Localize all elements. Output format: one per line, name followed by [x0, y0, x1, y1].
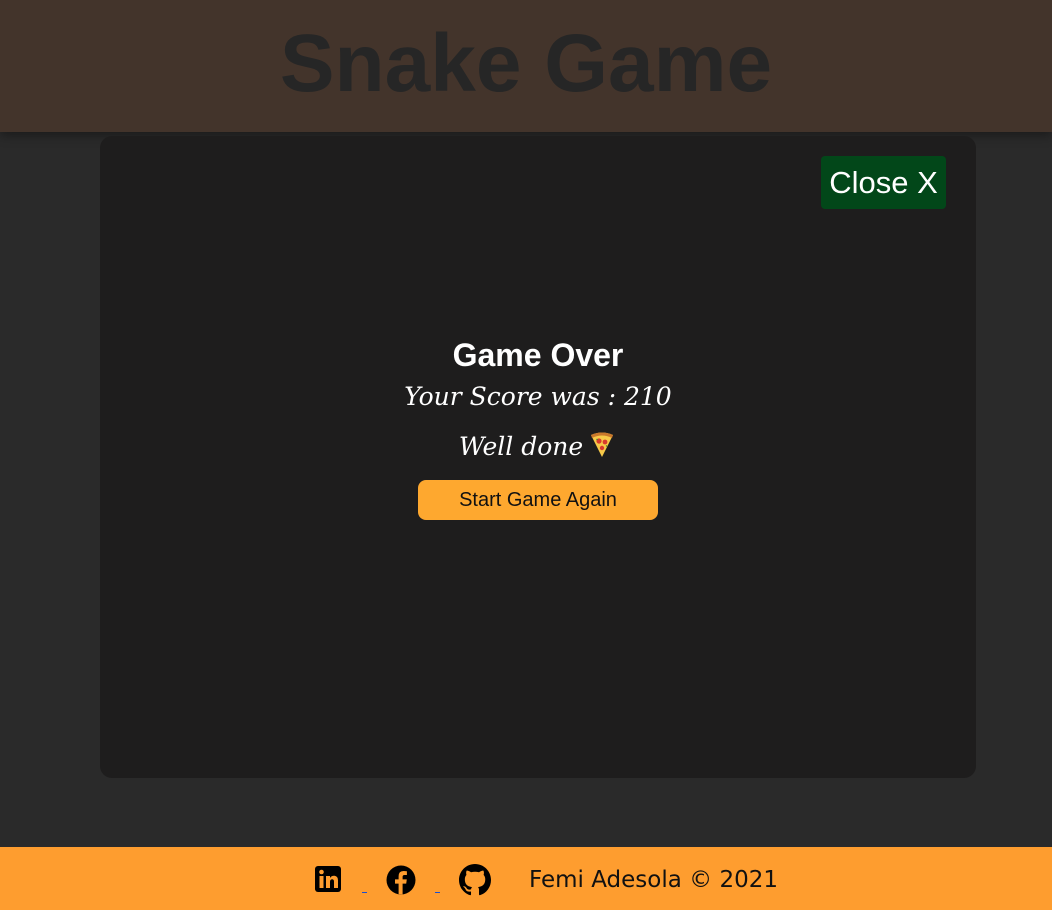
linkedin-link[interactable] — [313, 864, 345, 896]
copyright-text: Femi Adesola © 2021 — [529, 867, 779, 893]
page-title: Snake Game — [279, 18, 773, 109]
link-separator — [362, 892, 367, 893]
pizza-icon — [587, 429, 617, 459]
link-separator — [435, 892, 440, 893]
site-footer: Femi Adesola © 2021 — [0, 847, 1052, 910]
github-link[interactable] — [459, 864, 491, 896]
score-value: 210 — [623, 382, 672, 411]
github-icon — [459, 864, 491, 900]
close-button[interactable]: Close X — [821, 156, 946, 209]
start-game-again-button[interactable]: Start Game Again — [418, 480, 658, 520]
game-over-modal: Close X Game Over Your Score was : 210 W… — [100, 136, 976, 778]
message-line: Well done — [100, 429, 976, 464]
facebook-icon — [385, 865, 417, 900]
score-line: Your Score was : 210 — [100, 380, 976, 414]
score-label: Your Score was : — [404, 382, 624, 411]
message-text: Well done — [458, 432, 584, 461]
facebook-link[interactable] — [385, 864, 417, 896]
game-over-title: Game Over — [452, 337, 624, 373]
site-header: Snake Game — [0, 0, 1052, 132]
linkedin-icon — [313, 866, 345, 900]
